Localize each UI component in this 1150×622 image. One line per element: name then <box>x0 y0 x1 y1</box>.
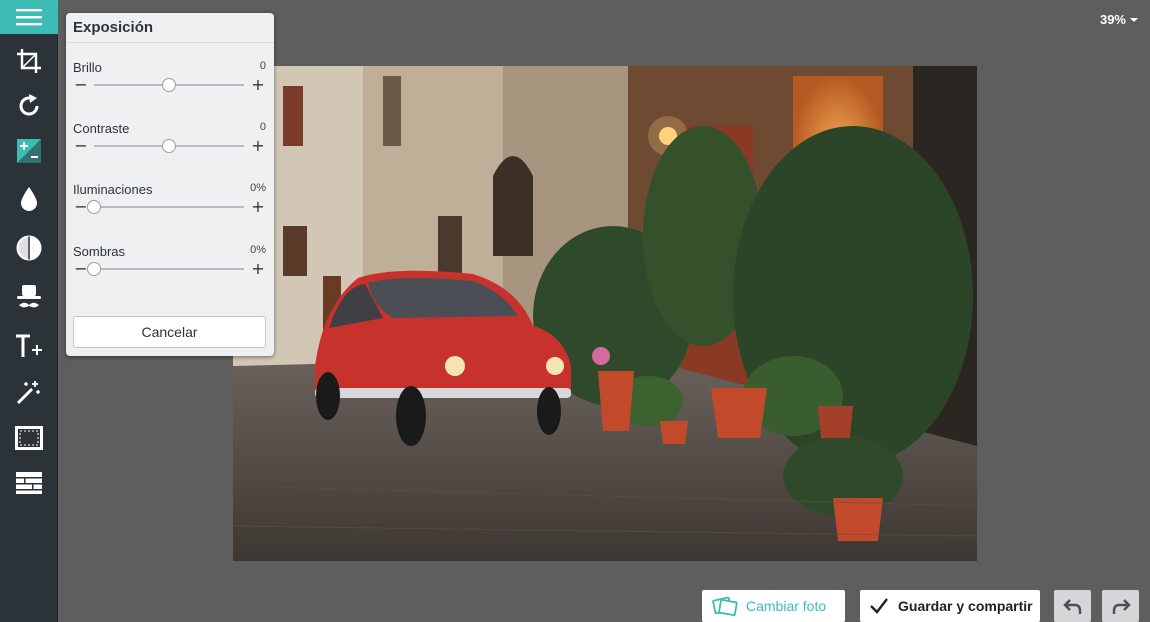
minus-icon[interactable]: − <box>73 138 89 154</box>
photo-canvas[interactable] <box>233 66 977 561</box>
brightness-slider[interactable] <box>94 78 244 92</box>
tool-frames[interactable] <box>0 417 58 459</box>
tool-contrast[interactable] <box>0 227 58 269</box>
tool-crop[interactable] <box>0 40 58 82</box>
half-circle-icon <box>16 235 42 261</box>
slider-thumb[interactable] <box>162 139 176 153</box>
adjustment-highlights: Iluminaciones 0% − + <box>66 182 274 232</box>
minus-icon[interactable]: − <box>73 77 89 93</box>
shadows-slider[interactable] <box>87 262 244 276</box>
chevron-down-icon <box>1130 17 1138 22</box>
slider-thumb[interactable] <box>87 262 101 276</box>
redo-button[interactable] <box>1102 590 1139 622</box>
tool-exposure[interactable] <box>0 130 58 172</box>
slider-thumb[interactable] <box>162 78 176 92</box>
redo-icon <box>1112 599 1131 614</box>
adjustment-label: Iluminaciones <box>73 182 153 197</box>
cancel-button[interactable]: Cancelar <box>73 316 266 348</box>
text-plus-icon <box>16 334 42 357</box>
magic-wand-icon <box>16 381 40 405</box>
panel-divider <box>66 42 274 43</box>
tool-sidebar <box>0 0 58 622</box>
save-share-button[interactable]: Guardar y compartir <box>860 590 1040 622</box>
adjustment-label: Contraste <box>73 121 130 136</box>
adjustment-value: 0 <box>259 121 266 133</box>
adjustment-shadows: Sombras 0% − + <box>66 244 274 294</box>
crop-icon <box>17 49 41 73</box>
plus-icon[interactable]: + <box>250 138 266 154</box>
tool-text[interactable] <box>0 325 58 367</box>
adjustment-label: Sombras <box>73 244 126 259</box>
rotate-icon <box>19 94 39 116</box>
exposure-icon <box>17 139 41 163</box>
zoom-dropdown[interactable]: 39% <box>1100 12 1138 27</box>
frame-icon <box>15 426 43 450</box>
undo-button[interactable] <box>1054 590 1091 622</box>
plus-icon[interactable]: + <box>250 77 266 93</box>
contrast-slider[interactable] <box>94 139 244 153</box>
zoom-level: 39% <box>1099 12 1126 27</box>
adjustment-value: 0% <box>250 182 266 194</box>
highlights-slider[interactable] <box>87 200 244 214</box>
adjustment-contrast: Contraste 0 − + <box>66 121 274 171</box>
checkmark-icon <box>870 598 888 614</box>
tool-disguise[interactable] <box>0 276 58 318</box>
tool-rotate[interactable] <box>0 85 58 127</box>
panel-title: Exposición <box>73 19 154 36</box>
hamburger-menu-icon <box>16 9 42 26</box>
adjustment-value: 0 <box>259 60 266 72</box>
droplet-icon <box>21 187 37 211</box>
menu-button[interactable] <box>0 0 58 34</box>
adjustment-brightness: Brillo 0 − + <box>66 60 274 110</box>
tool-textures[interactable] <box>0 462 58 504</box>
plus-icon[interactable]: + <box>250 199 266 215</box>
change-photo-button[interactable]: Cambiar foto <box>702 590 845 622</box>
adjustment-label: Brillo <box>73 60 102 75</box>
exposure-panel: Exposición Brillo 0 − + Contraste 0 − + … <box>66 13 274 356</box>
tool-color[interactable] <box>0 178 58 220</box>
slider-thumb[interactable] <box>87 200 101 214</box>
brick-texture-icon <box>16 472 42 494</box>
street-photo-image <box>233 66 977 561</box>
plus-icon[interactable]: + <box>250 261 266 277</box>
undo-icon <box>1062 599 1081 614</box>
change-photo-label: Cambiar foto <box>746 598 827 614</box>
tool-effects[interactable] <box>0 371 58 413</box>
adjustment-value: 0% <box>250 244 266 256</box>
save-share-label: Guardar y compartir <box>898 598 1033 614</box>
hat-mustache-icon <box>17 285 41 308</box>
photos-icon <box>712 596 738 617</box>
